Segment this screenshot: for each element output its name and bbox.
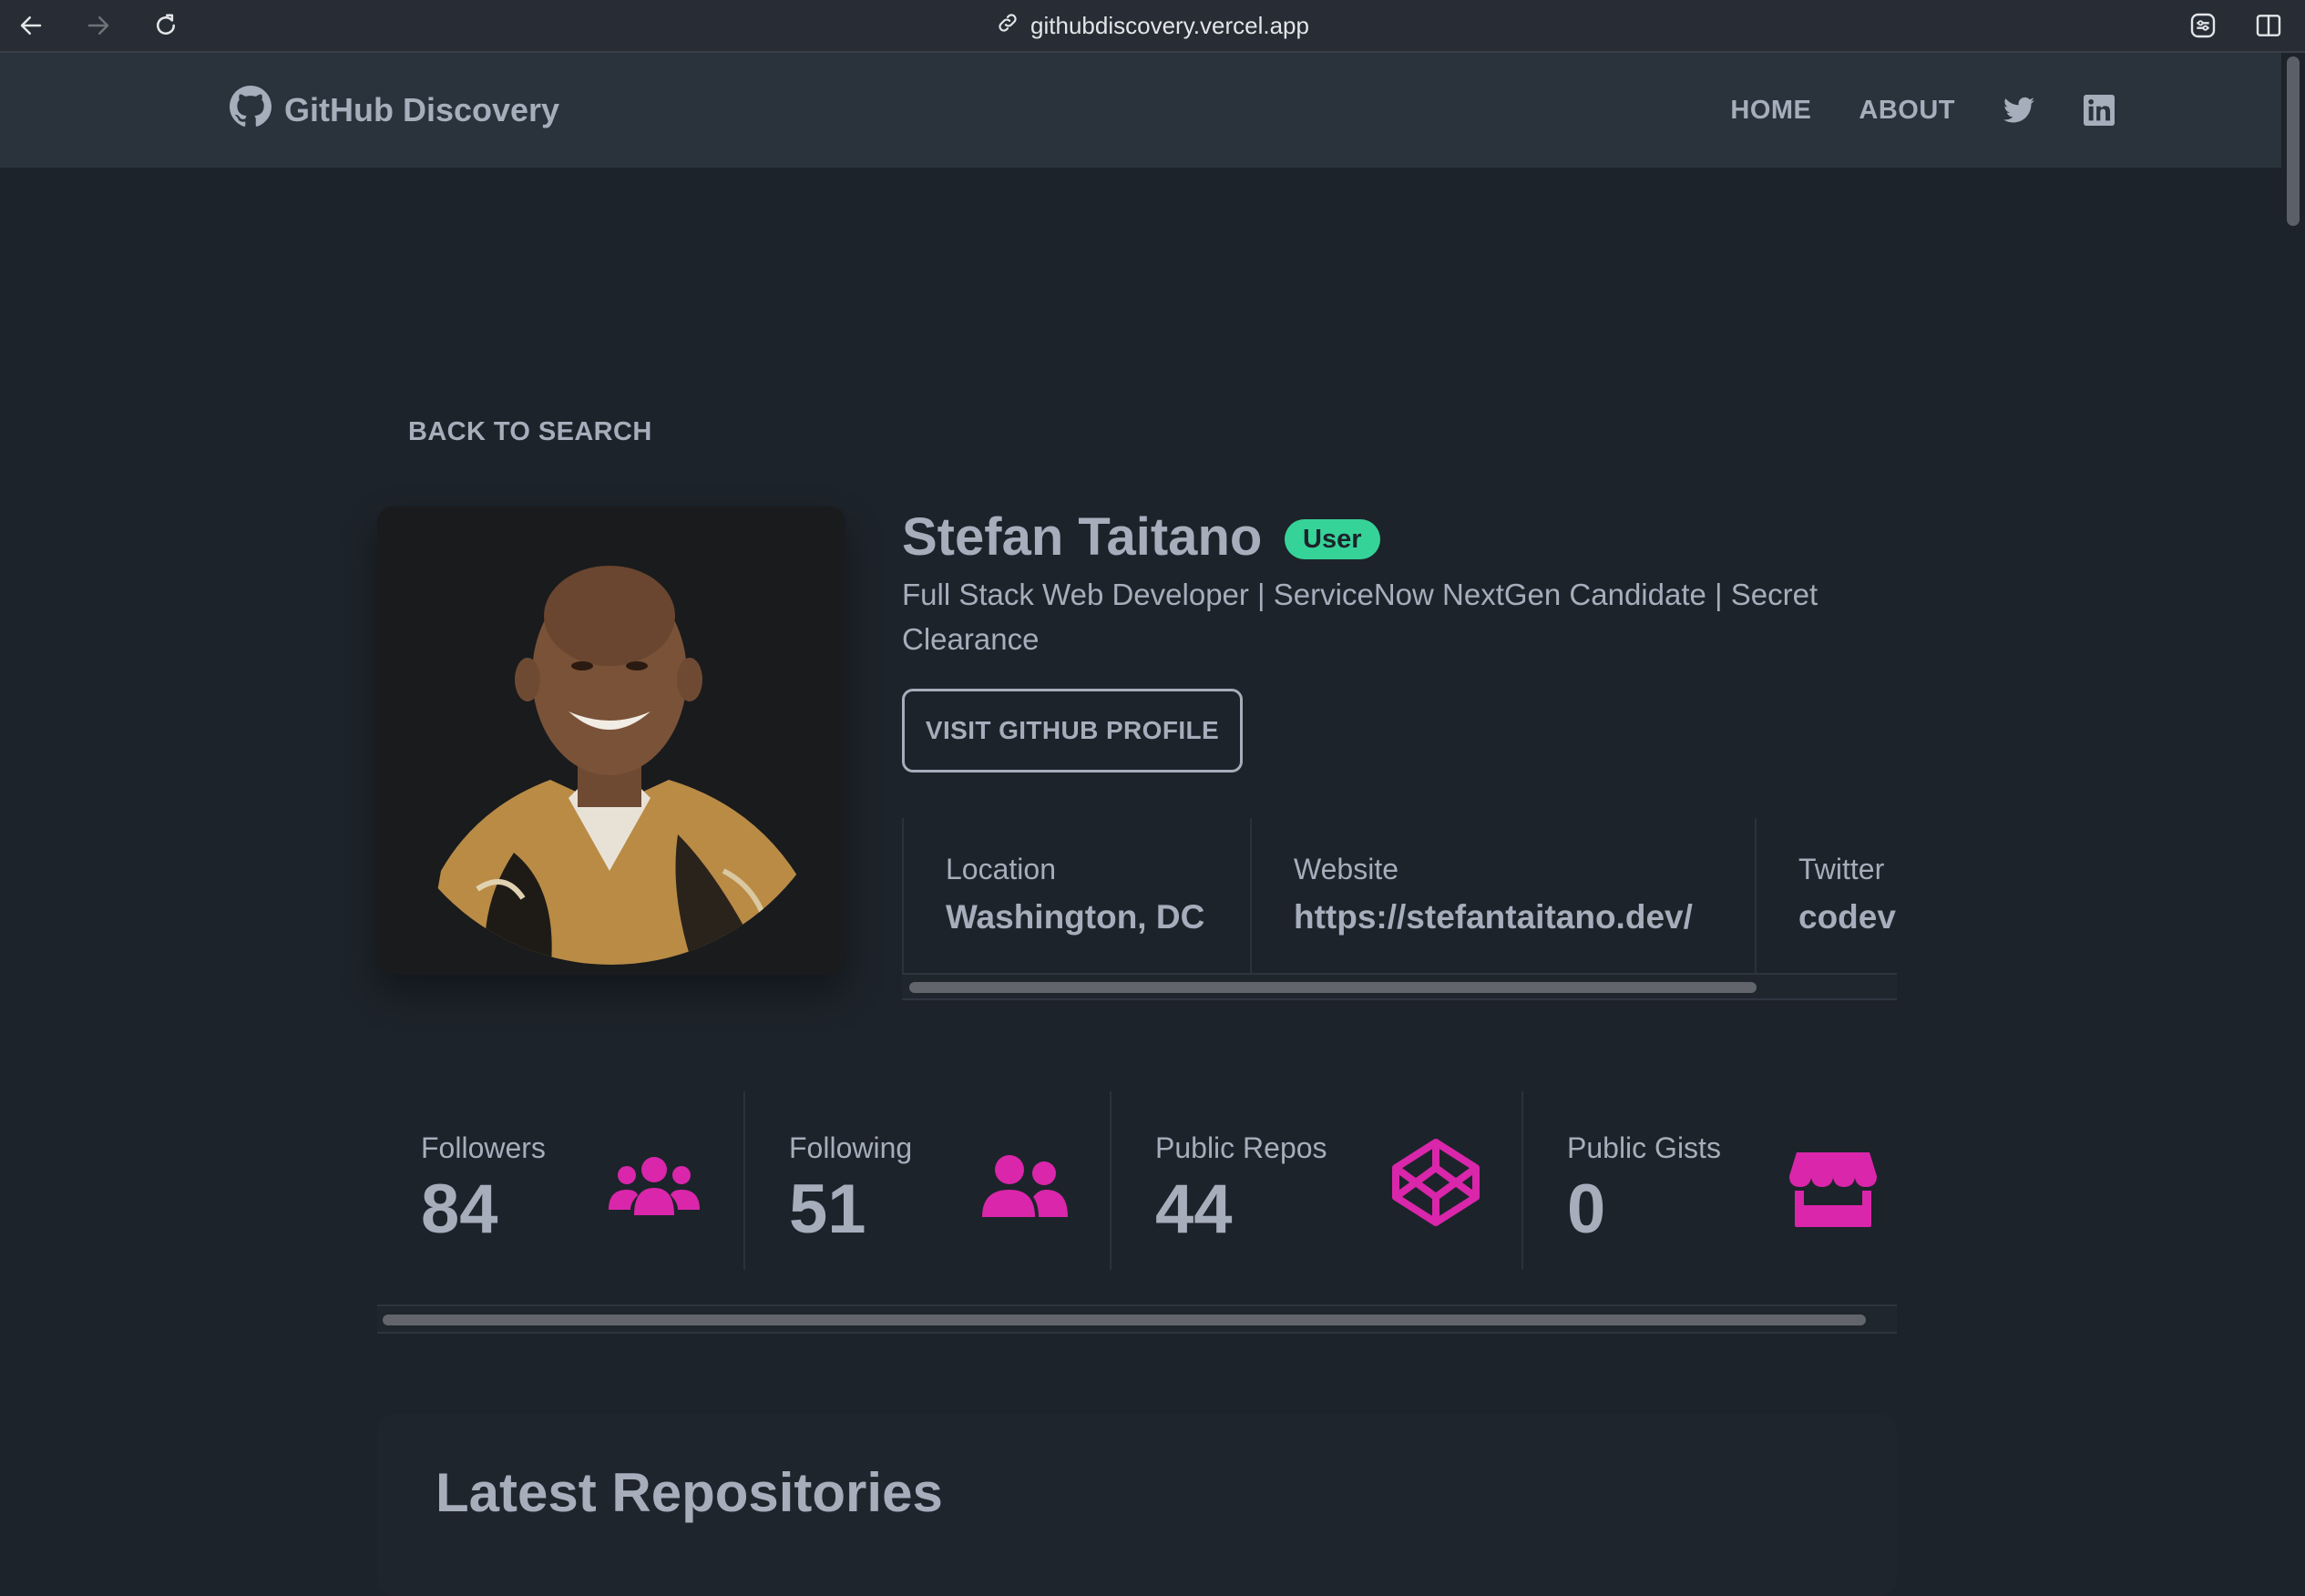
nav-links: HOME ABOUT (1730, 87, 2115, 133)
users-icon (609, 1142, 700, 1233)
info-location-label: Location (946, 853, 1056, 885)
info-location: Location Washington, DC (902, 818, 1252, 973)
info-twitter-value[interactable]: codev (1798, 898, 1896, 936)
extension-icon[interactable] (2185, 7, 2221, 44)
repos-section-title: Latest Repositories (435, 1462, 943, 1523)
twitter-icon[interactable] (2003, 94, 2035, 127)
stat-public-repos: Public Repos 44 (1110, 1091, 1523, 1270)
stat-followers: Followers 84 (377, 1091, 745, 1270)
stat-following: Following 51 (743, 1091, 1112, 1270)
visit-github-profile-button[interactable]: VISIT GITHUB PROFILE (902, 689, 1243, 772)
nav-home-link[interactable]: HOME (1730, 96, 1811, 126)
stat-value: 84 (421, 1171, 498, 1248)
brand-name: GitHub Discovery (284, 91, 560, 128)
info-website-label: Website (1294, 853, 1399, 885)
address-bar[interactable]: githubdiscovery.vercel.app (0, 7, 2305, 44)
stat-value: 0 (1567, 1171, 1606, 1248)
scrollbar-thumb[interactable] (909, 982, 1757, 993)
stat-label: Public Gists (1567, 1131, 1721, 1164)
info-website-value[interactable]: https://stefantaitano.dev/ (1294, 898, 1693, 936)
store-icon (1788, 1142, 1879, 1233)
site-navbar: GitHub Discovery HOME ABOUT (0, 53, 2281, 168)
user-friends-icon (978, 1142, 1070, 1233)
stats-horizontal-scrollbar[interactable] (377, 1304, 1897, 1334)
stat-value: 44 (1155, 1171, 1233, 1248)
nav-about-link[interactable]: ABOUT (1859, 96, 1955, 126)
profile-name: Stefan Taitano (902, 507, 1263, 567)
link-icon (996, 11, 1019, 41)
back-to-search-link[interactable]: BACK TO SEARCH (408, 417, 652, 447)
stats-row: Followers 84 Following 51 Public Repos 4… (377, 1091, 1897, 1304)
stat-label: Public Repos (1155, 1131, 1327, 1164)
info-location-value: Washington, DC (946, 898, 1205, 936)
avatar (377, 506, 845, 975)
scrollbar-thumb[interactable] (2287, 56, 2300, 226)
codepen-icon (1390, 1137, 1481, 1228)
stat-value: 51 (789, 1171, 866, 1248)
info-website: Website https://stefantaitano.dev/ (1250, 818, 1757, 973)
url-text: githubdiscovery.vercel.app (1030, 11, 1309, 39)
stat-label: Following (789, 1131, 913, 1164)
stat-label: Followers (421, 1131, 546, 1164)
profile-bio: Full Stack Web Developer | ServiceNow Ne… (902, 578, 1818, 656)
info-twitter: Twitter codev (1755, 818, 1897, 973)
info-horizontal-scrollbar[interactable] (902, 973, 1897, 1000)
brand-link[interactable]: GitHub Discovery (230, 85, 560, 136)
user-type-badge: User (1285, 519, 1380, 559)
sidebar-icon[interactable] (2250, 7, 2287, 44)
scrollbar-thumb[interactable] (383, 1315, 1866, 1325)
page-scrollbar[interactable] (2281, 53, 2305, 1540)
stat-public-gists: Public Gists 0 (1521, 1091, 1899, 1270)
github-icon (230, 85, 271, 136)
info-twitter-label: Twitter (1798, 853, 1885, 885)
browser-toolbar: githubdiscovery.vercel.app (0, 0, 2305, 53)
linkedin-icon[interactable] (2083, 94, 2115, 127)
profile-info-scroller[interactable]: Location Washington, DC Website https://… (902, 818, 1897, 973)
